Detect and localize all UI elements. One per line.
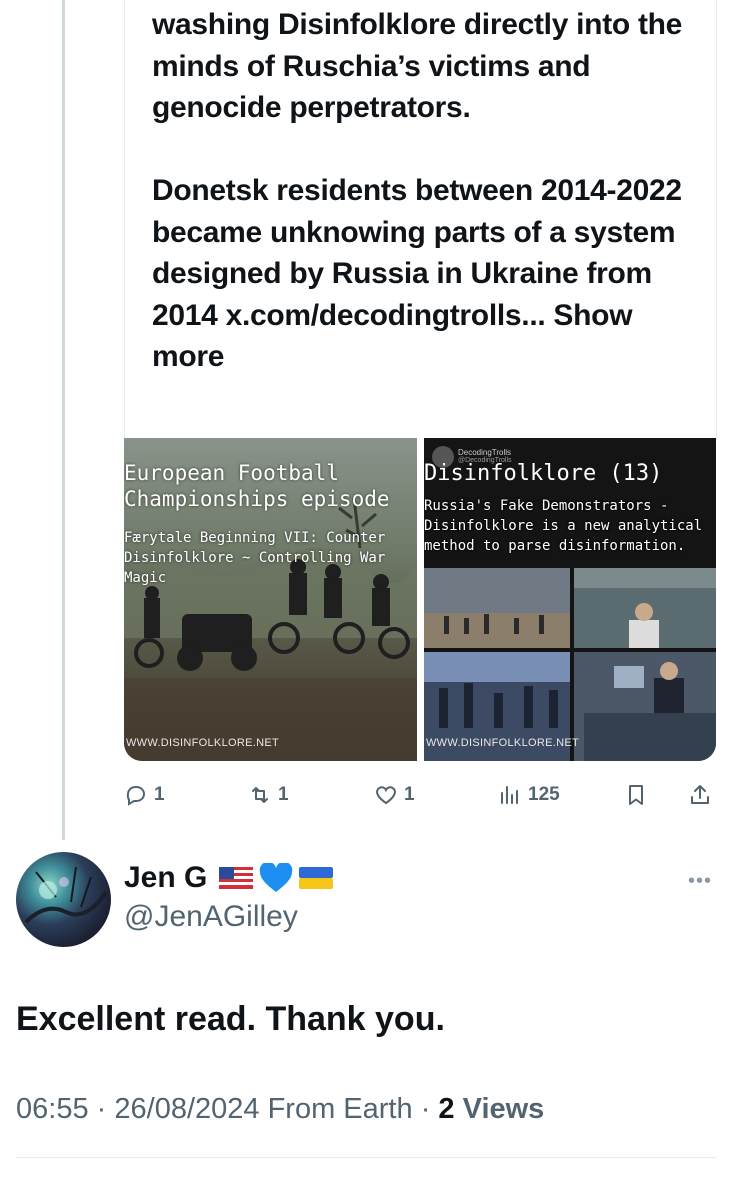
media-image-right[interactable]: DecodingTrolls @DecodingTrolls Disinfolk… [424,438,716,761]
meta-separator: · [96,1093,107,1125]
share-icon [691,785,709,804]
quote-card-border [124,0,125,440]
analytics-icon [501,786,518,804]
quoted-paragraph[interactable]: Donetsk residents between 2014-2022 beca… [152,170,712,378]
avatar-image [24,866,108,924]
post-source: From Earth [267,1093,413,1125]
embedded-brand: DecodingTrolls [458,448,512,457]
quoted-post-text: washing Disinfolklore directly into the … [152,4,712,378]
repost-count: 1 [278,784,289,805]
reply-count: 1 [154,784,165,805]
media-overlay-title: Disinfolklore (13) [424,461,663,486]
media-image-left[interactable]: European Football Championships episode … [124,438,417,761]
reply-icon [126,786,146,806]
repost-button[interactable]: 1 [248,778,289,812]
views-count: 125 [528,784,560,805]
us-flag-icon [219,867,254,889]
media-overlay-subtitle: Færytale Beginning VII: Counter Disinfol… [124,530,386,586]
views-button[interactable]: 125 [498,778,560,812]
post-time: 06:55 [16,1093,89,1125]
repost-icon [252,787,268,803]
media-overlay-title: European Football Championships episode [124,461,390,511]
divider [16,1157,716,1158]
share-button[interactable] [688,778,712,812]
ukraine-flag-icon [299,867,334,889]
media-watermark: WWW.DISINFOLKLORE.NET [426,737,579,749]
views-total: 2 [438,1093,455,1125]
bookmark-icon [629,785,643,805]
avatar[interactable] [16,852,111,947]
display-name: Jen G [124,861,208,894]
quoted-paragraph: washing Disinfolklore directly into the … [152,8,683,124]
post-action-bar: 1 1 1 125 [124,778,716,812]
post-metadata: 06:55 · 26/08/2024 From Earth · 2 Views [16,1093,544,1126]
like-button[interactable]: 1 [374,778,415,812]
reply-button[interactable]: 1 [124,778,165,812]
media-overlay-subtitle: Russia's Fake Demonstrators - Disinfolkl… [424,498,703,554]
reply-text: Excellent read. Thank you. [16,1000,445,1038]
media-watermark: WWW.DISINFOLKLORE.NET [126,737,279,749]
quoted-media-grid: European Football Championships episode … [124,438,716,761]
more-options-icon[interactable]: ••• [688,870,712,893]
like-count: 1 [404,784,415,805]
post-date: 26/08/2024 [114,1093,260,1125]
views-label[interactable]: Views [463,1093,545,1125]
thread-connector-line [62,0,65,840]
quote-card-border [716,0,717,440]
meta-separator: · [420,1093,431,1125]
blue-heart-icon [260,863,293,892]
heart-icon [376,786,396,805]
display-name-row[interactable]: Jen G [124,861,334,895]
user-handle[interactable]: @JenAGilley [124,900,298,934]
bookmark-button[interactable] [624,778,648,812]
